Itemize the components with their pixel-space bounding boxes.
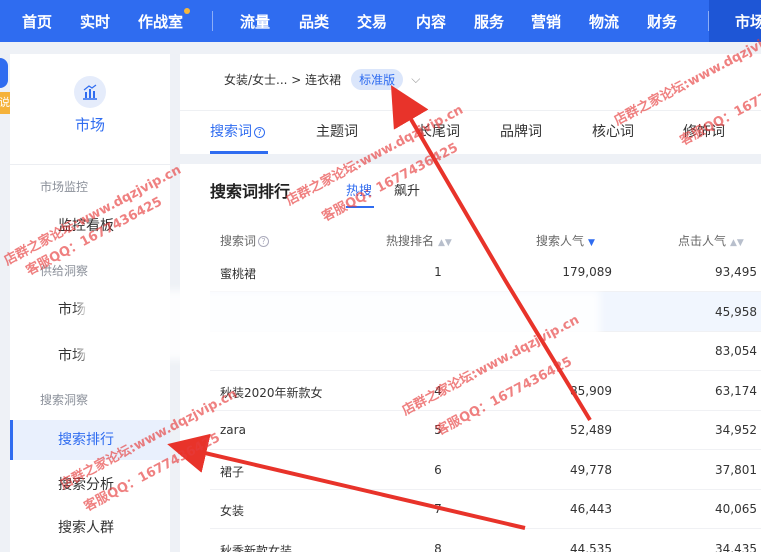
annotation-arrows [167, 85, 592, 530]
arrow-to-search-ranking [167, 433, 526, 530]
